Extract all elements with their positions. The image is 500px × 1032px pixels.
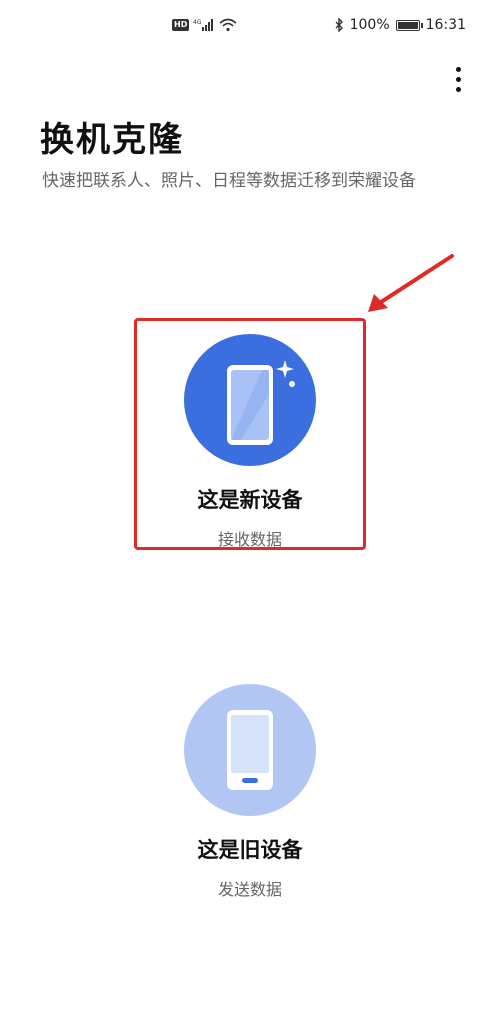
new-phone-icon: [227, 360, 295, 445]
hd-icon: HD: [172, 19, 190, 31]
new-device-option[interactable]: 这是新设备 接收数据: [140, 334, 360, 550]
svg-text:4G: 4G: [193, 19, 202, 26]
wifi-icon: [219, 18, 237, 32]
old-device-circle: [184, 684, 316, 816]
old-device-option[interactable]: 这是旧设备 发送数据: [140, 684, 360, 900]
bluetooth-icon: [335, 18, 343, 32]
old-device-title: 这是旧设备: [197, 838, 303, 862]
more-dot-icon: [455, 76, 461, 82]
new-device-title: 这是新设备: [197, 488, 303, 512]
clock: 16:31: [425, 17, 466, 33]
battery-icon: [395, 19, 423, 31]
page-title: 换机克隆: [40, 120, 184, 160]
battery-percentage: 100%: [349, 17, 390, 33]
more-options-button[interactable]: [446, 62, 470, 96]
status-right-icons: 100% 16:31: [334, 17, 466, 33]
page-subtitle: 快速把联系人、照片、日程等数据迁移到荣耀设备: [42, 171, 416, 191]
old-device-subtitle: 发送数据: [217, 880, 282, 899]
annotation-arrow-icon: [368, 254, 454, 312]
new-device-subtitle: 接收数据: [217, 530, 282, 549]
old-phone-icon: [227, 710, 273, 790]
status-left-icons: HD 4G: [172, 18, 237, 32]
new-device-circle: [184, 334, 316, 466]
more-dot-icon: [455, 86, 461, 92]
more-dot-icon: [455, 66, 461, 72]
status-bar: HD 4G 100% 16:31: [0, 0, 500, 56]
signal-icon: 4G: [193, 19, 214, 31]
